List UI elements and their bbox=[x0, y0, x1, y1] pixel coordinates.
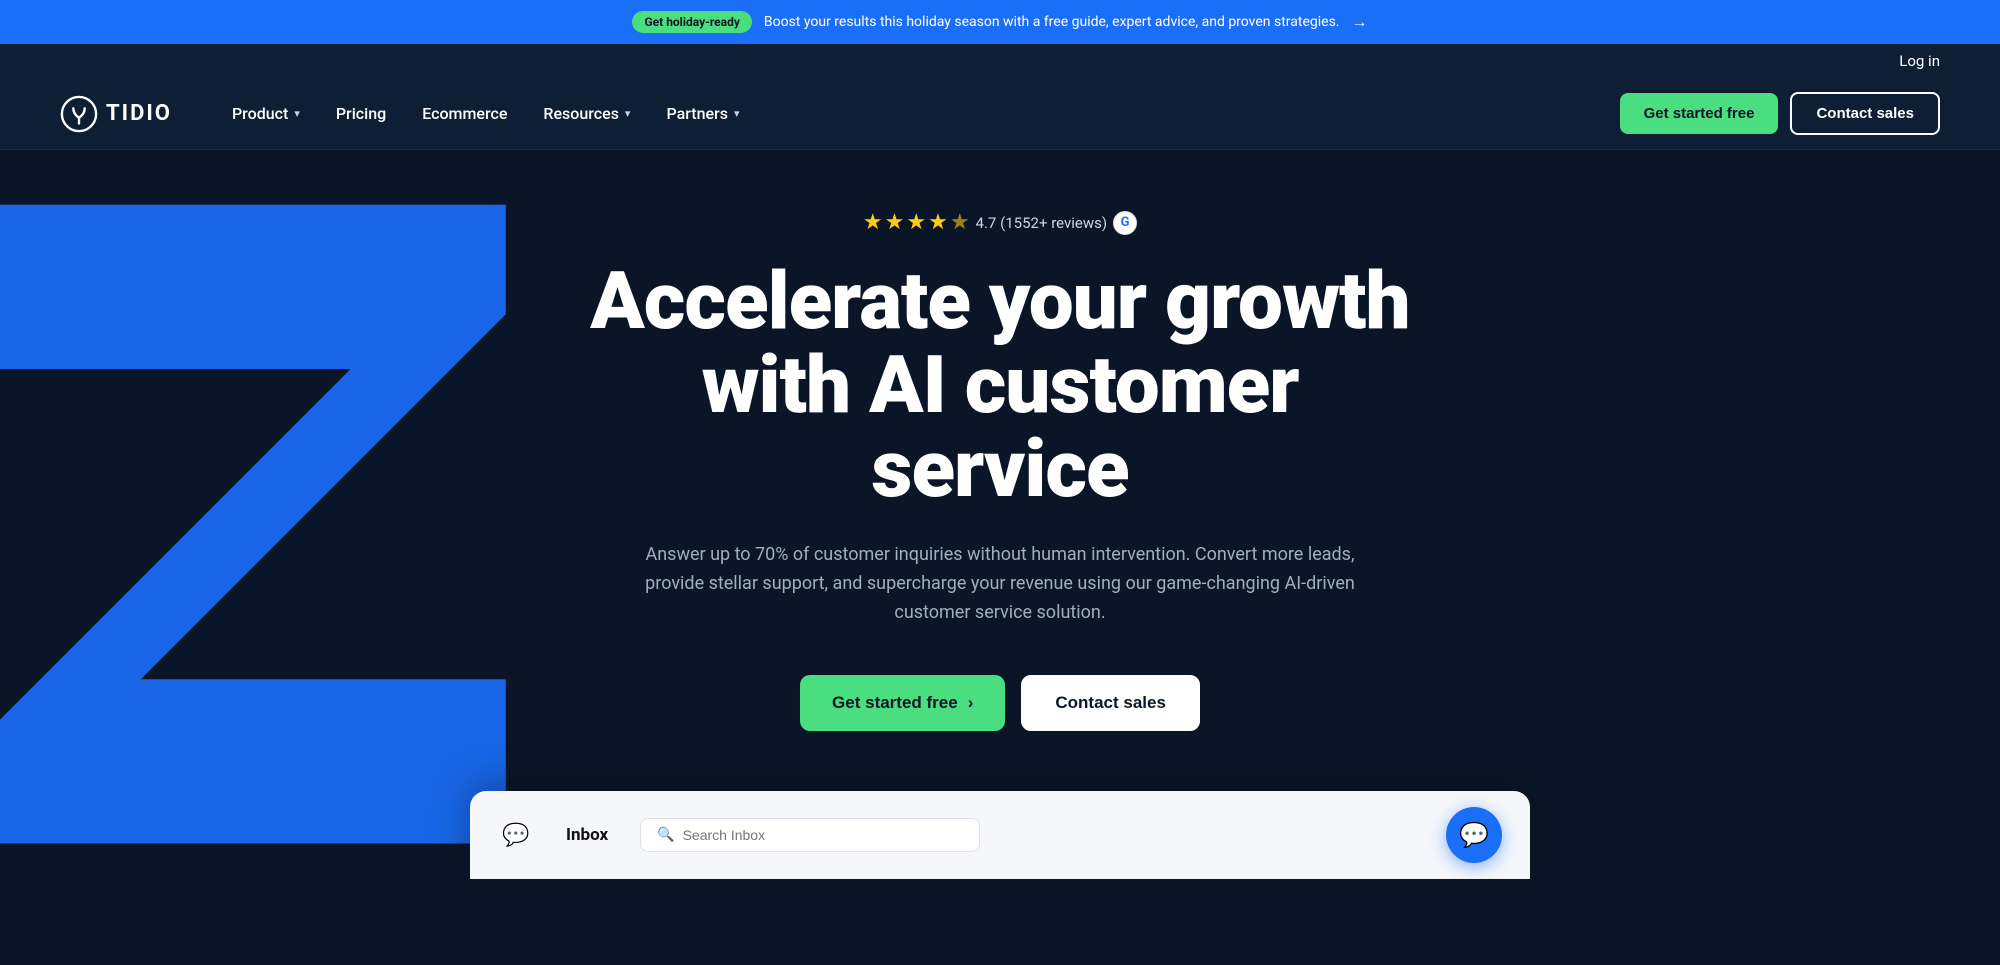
logo-text: TIDIO bbox=[106, 101, 172, 126]
hero-section: ★ ★ ★ ★ ★ 4.7 (1552+ reviews) G Accelera… bbox=[0, 150, 2000, 880]
arrow-right-icon: › bbox=[968, 693, 974, 713]
nav-contact-sales-button[interactable]: Contact sales bbox=[1790, 92, 1940, 135]
nav-item-ecommerce[interactable]: Ecommerce bbox=[422, 104, 507, 123]
nav-item-partners[interactable]: Partners ▾ bbox=[666, 104, 739, 123]
top-banner[interactable]: Get holiday-ready Boost your results thi… bbox=[0, 0, 2000, 44]
chat-bubble-icon: 💬 bbox=[1459, 821, 1489, 849]
nav-buttons: Get started free Contact sales bbox=[1620, 92, 1940, 135]
inbox-search[interactable]: 🔍 bbox=[640, 818, 980, 852]
hero-subtitle: Answer up to 70% of customer inquiries w… bbox=[640, 541, 1360, 627]
banner-arrow: → bbox=[1352, 12, 1368, 32]
hero-content: ★ ★ ★ ★ ★ 4.7 (1552+ reviews) G Accelera… bbox=[550, 210, 1450, 791]
hero-title: Accelerate your growthwith AI customer s… bbox=[570, 259, 1430, 511]
z-background-shape bbox=[0, 150, 640, 880]
nav-item-pricing[interactable]: Pricing bbox=[336, 104, 386, 123]
nav-item-resources[interactable]: Resources ▾ bbox=[543, 104, 630, 123]
banner-badge: Get holiday-ready bbox=[632, 11, 751, 33]
banner-text: Boost your results this holiday season w… bbox=[764, 14, 1340, 30]
hero-contact-sales-button[interactable]: Contact sales bbox=[1021, 675, 1200, 731]
stars-row: ★ ★ ★ ★ ★ 4.7 (1552+ reviews) G bbox=[570, 210, 1430, 235]
rating-value: 4.7 (1552+ reviews) bbox=[976, 214, 1108, 232]
google-badge: G bbox=[1113, 211, 1137, 235]
inbox-preview: 💬 Inbox 🔍 💬 bbox=[470, 791, 1530, 879]
star-2: ★ bbox=[885, 210, 905, 235]
login-bar: Log in bbox=[0, 44, 2000, 78]
logo[interactable]: TIDIO bbox=[60, 95, 172, 133]
nav-get-started-button[interactable]: Get started free bbox=[1620, 93, 1779, 134]
inbox-icon-wrap: 💬 bbox=[498, 817, 534, 853]
chevron-down-icon: ▾ bbox=[625, 107, 631, 120]
chat-bubble-button[interactable]: 💬 bbox=[1446, 807, 1502, 863]
tidio-logo-icon bbox=[60, 95, 98, 133]
chevron-down-icon: ▾ bbox=[294, 107, 300, 120]
inbox-label: Inbox bbox=[566, 825, 608, 845]
nav-item-product[interactable]: Product ▾ bbox=[232, 104, 300, 123]
nav-links: Product ▾ Pricing Ecommerce Resources ▾ … bbox=[232, 104, 1620, 123]
star-3: ★ bbox=[906, 210, 926, 235]
chevron-down-icon: ▾ bbox=[734, 107, 740, 120]
hero-buttons: Get started free › Contact sales bbox=[570, 675, 1430, 731]
star-4: ★ bbox=[928, 210, 948, 235]
star-rating: ★ ★ ★ ★ ★ bbox=[863, 210, 970, 235]
star-5: ★ bbox=[950, 210, 970, 235]
hero-get-started-button[interactable]: Get started free › bbox=[800, 675, 1005, 731]
star-1: ★ bbox=[863, 210, 883, 235]
inbox-icon: 💬 bbox=[502, 823, 529, 848]
login-link[interactable]: Log in bbox=[1899, 52, 1940, 70]
search-icon: 🔍 bbox=[657, 827, 674, 843]
search-input[interactable] bbox=[683, 827, 964, 843]
navbar: TIDIO Product ▾ Pricing Ecommerce Resour… bbox=[0, 78, 2000, 150]
